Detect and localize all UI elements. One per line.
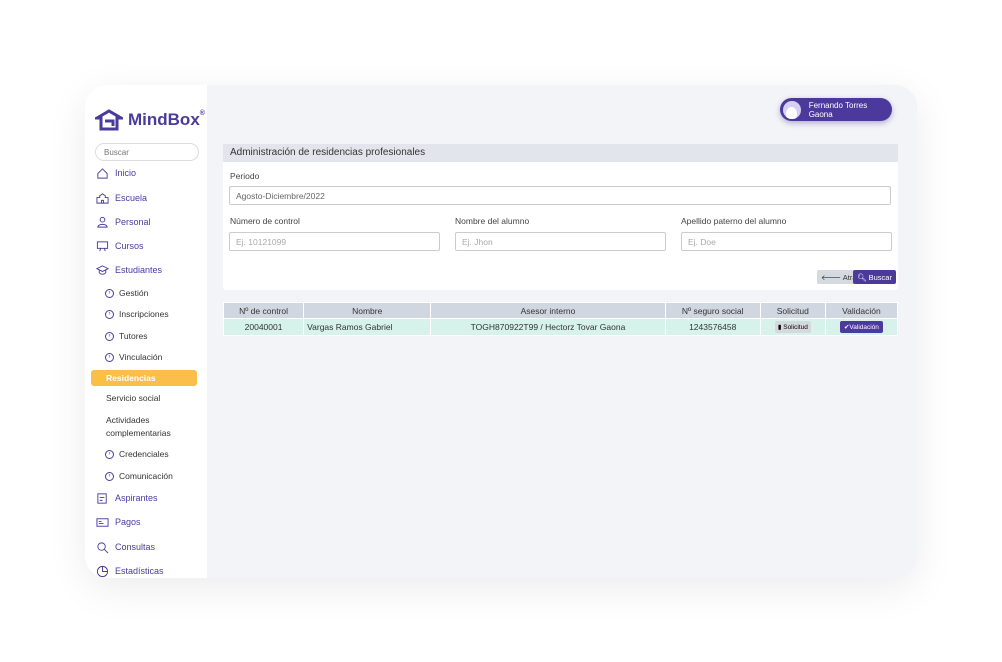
nombre-input[interactable] <box>455 232 666 251</box>
chevron-right-icon: › <box>105 471 114 481</box>
chevron-right-icon: › <box>105 352 114 362</box>
validacion-button[interactable]: ✔Validación <box>839 321 883 333</box>
sidebar-subitem-label: Credenciales <box>119 449 169 459</box>
sidebar-search-input[interactable] <box>95 143 199 161</box>
chevron-right-icon: › <box>105 331 114 341</box>
sidebar-item-label: Inicio <box>115 168 137 178</box>
brand-name: MindBox <box>128 110 200 129</box>
cell-solicitud: ▮ Solicitud <box>759 318 826 336</box>
person-icon <box>97 216 108 228</box>
cell-asesor: TOGH870922T99 / Hectorz Tovar Gaona <box>430 318 666 336</box>
sidebar-item-label: Personal <box>115 217 151 227</box>
board-icon <box>96 240 109 251</box>
cell-validacion: ✔Validación <box>824 318 899 336</box>
sidebar-subitem[interactable]: › Comunicación <box>105 471 173 481</box>
results-table: Nº de control Nombre Asesor interno Nº segu… <box>222 302 899 336</box>
cell-control: 20040001 <box>222 318 305 336</box>
column-header: Nº de control <box>222 302 305 319</box>
home-icon <box>97 167 108 179</box>
sidebar-subitem[interactable]: Servicio social <box>106 392 160 405</box>
logo: MindBox® <box>95 109 205 131</box>
user-name: Fernando Torres Gaona <box>808 100 868 119</box>
logo-icon <box>95 109 123 131</box>
search-button[interactable]: 🔍︎ Buscar <box>853 270 896 284</box>
sidebar-item-residencias[interactable]: Residencias <box>91 370 197 386</box>
graduation-cap-icon <box>96 264 109 275</box>
column-header: Nº seguro social <box>664 302 761 319</box>
pie-chart-icon <box>96 565 109 577</box>
sidebar-item-estadísticas[interactable]: Estadísticas <box>96 564 164 578</box>
solicitud-button[interactable]: ▮ Solicitud <box>774 321 811 333</box>
column-header: Solicitud <box>759 302 826 319</box>
periodo-label: Periodo <box>230 171 260 181</box>
sidebar-item-consultas[interactable]: Consultas <box>96 540 155 554</box>
chevron-right-icon: › <box>105 288 114 298</box>
sidebar-item-cursos[interactable]: Cursos <box>96 239 144 253</box>
user-menu-button[interactable]: Fernando Torres Gaona <box>780 98 892 121</box>
solicitud-label: Solicitud <box>783 324 808 331</box>
nombre-label: Nombre del alumno <box>455 216 530 226</box>
panel-title: Administración de residencias profesiona… <box>223 144 898 162</box>
column-header: Validación <box>824 302 899 319</box>
sidebar-item-label: Consultas <box>115 542 156 552</box>
sidebar-item-estudiantes[interactable]: Estudiantes <box>96 263 162 277</box>
sidebar-item-label: Estadísticas <box>115 566 164 576</box>
cell-nombre: Vargas Ramos Gabriel <box>303 318 432 336</box>
cell-nss: 1243576458 <box>664 318 761 336</box>
sidebar-item-label: Escuela <box>115 193 148 203</box>
brand-mark: ® <box>199 110 205 117</box>
sidebar-item-label: Estudiantes <box>115 265 163 275</box>
sidebar-item-personal[interactable]: Personal <box>96 215 151 229</box>
search-icon <box>97 541 109 553</box>
validacion-label: Validación <box>849 324 879 331</box>
apellido-label: Apellido paterno del alumno <box>681 216 787 226</box>
column-header: Nombre <box>303 302 432 319</box>
table-row: 20040001 Vargas Ramos Gabriel TOGH870922T9… <box>222 318 899 336</box>
chevron-right-icon: › <box>105 309 114 319</box>
sidebar-subitem-label: Tutores <box>119 331 148 341</box>
control-input[interactable] <box>229 232 440 251</box>
card-icon <box>96 517 109 527</box>
sidebar-subitem-label: Gestión <box>119 288 149 298</box>
sidebar-item-label: Aspirantes <box>115 493 158 503</box>
control-label: Número de control <box>230 216 300 226</box>
sidebar-item-pagos[interactable]: Pagos <box>96 515 141 529</box>
app-window: MindBox® Inicio Escuela Personal Cursos Estu… <box>85 85 917 578</box>
sidebar-item-aspirantes[interactable]: Aspirantes <box>96 491 158 505</box>
sidebar-item-label: Pagos <box>115 517 141 527</box>
sidebar-subitem[interactable]: Actividades complementarias <box>106 414 186 440</box>
sidebar-item-escuela[interactable]: Escuela <box>96 191 147 205</box>
sidebar-subitem-label: Vinculación <box>119 352 163 362</box>
sidebar-item-label: Cursos <box>115 241 144 251</box>
sidebar-subitem[interactable]: › Tutores <box>105 331 148 341</box>
chevron-right-icon: › <box>105 449 114 459</box>
sidebar-subitem-label: Inscripciones <box>119 309 169 319</box>
sidebar-subitem[interactable]: › Gestión <box>105 288 148 298</box>
school-icon <box>96 192 109 204</box>
periodo-input[interactable] <box>229 186 891 205</box>
sidebar-item-inicio[interactable]: Inicio <box>96 166 136 180</box>
search-panel: Administración de residencias profesiona… <box>223 144 898 290</box>
avatar <box>783 100 801 119</box>
sidebar-subitem[interactable]: › Inscripciones <box>105 309 169 319</box>
sidebar: MindBox® Inicio Escuela Personal Cursos Estu… <box>85 85 207 578</box>
apellido-input[interactable] <box>681 232 892 251</box>
column-header: Asesor interno <box>430 302 666 319</box>
sidebar-subitem-label: Comunicación <box>119 471 173 481</box>
sidebar-subitem[interactable]: › Credenciales <box>105 449 169 459</box>
clipboard-icon <box>97 492 107 504</box>
sidebar-subitem[interactable]: › Vinculación <box>105 352 162 362</box>
